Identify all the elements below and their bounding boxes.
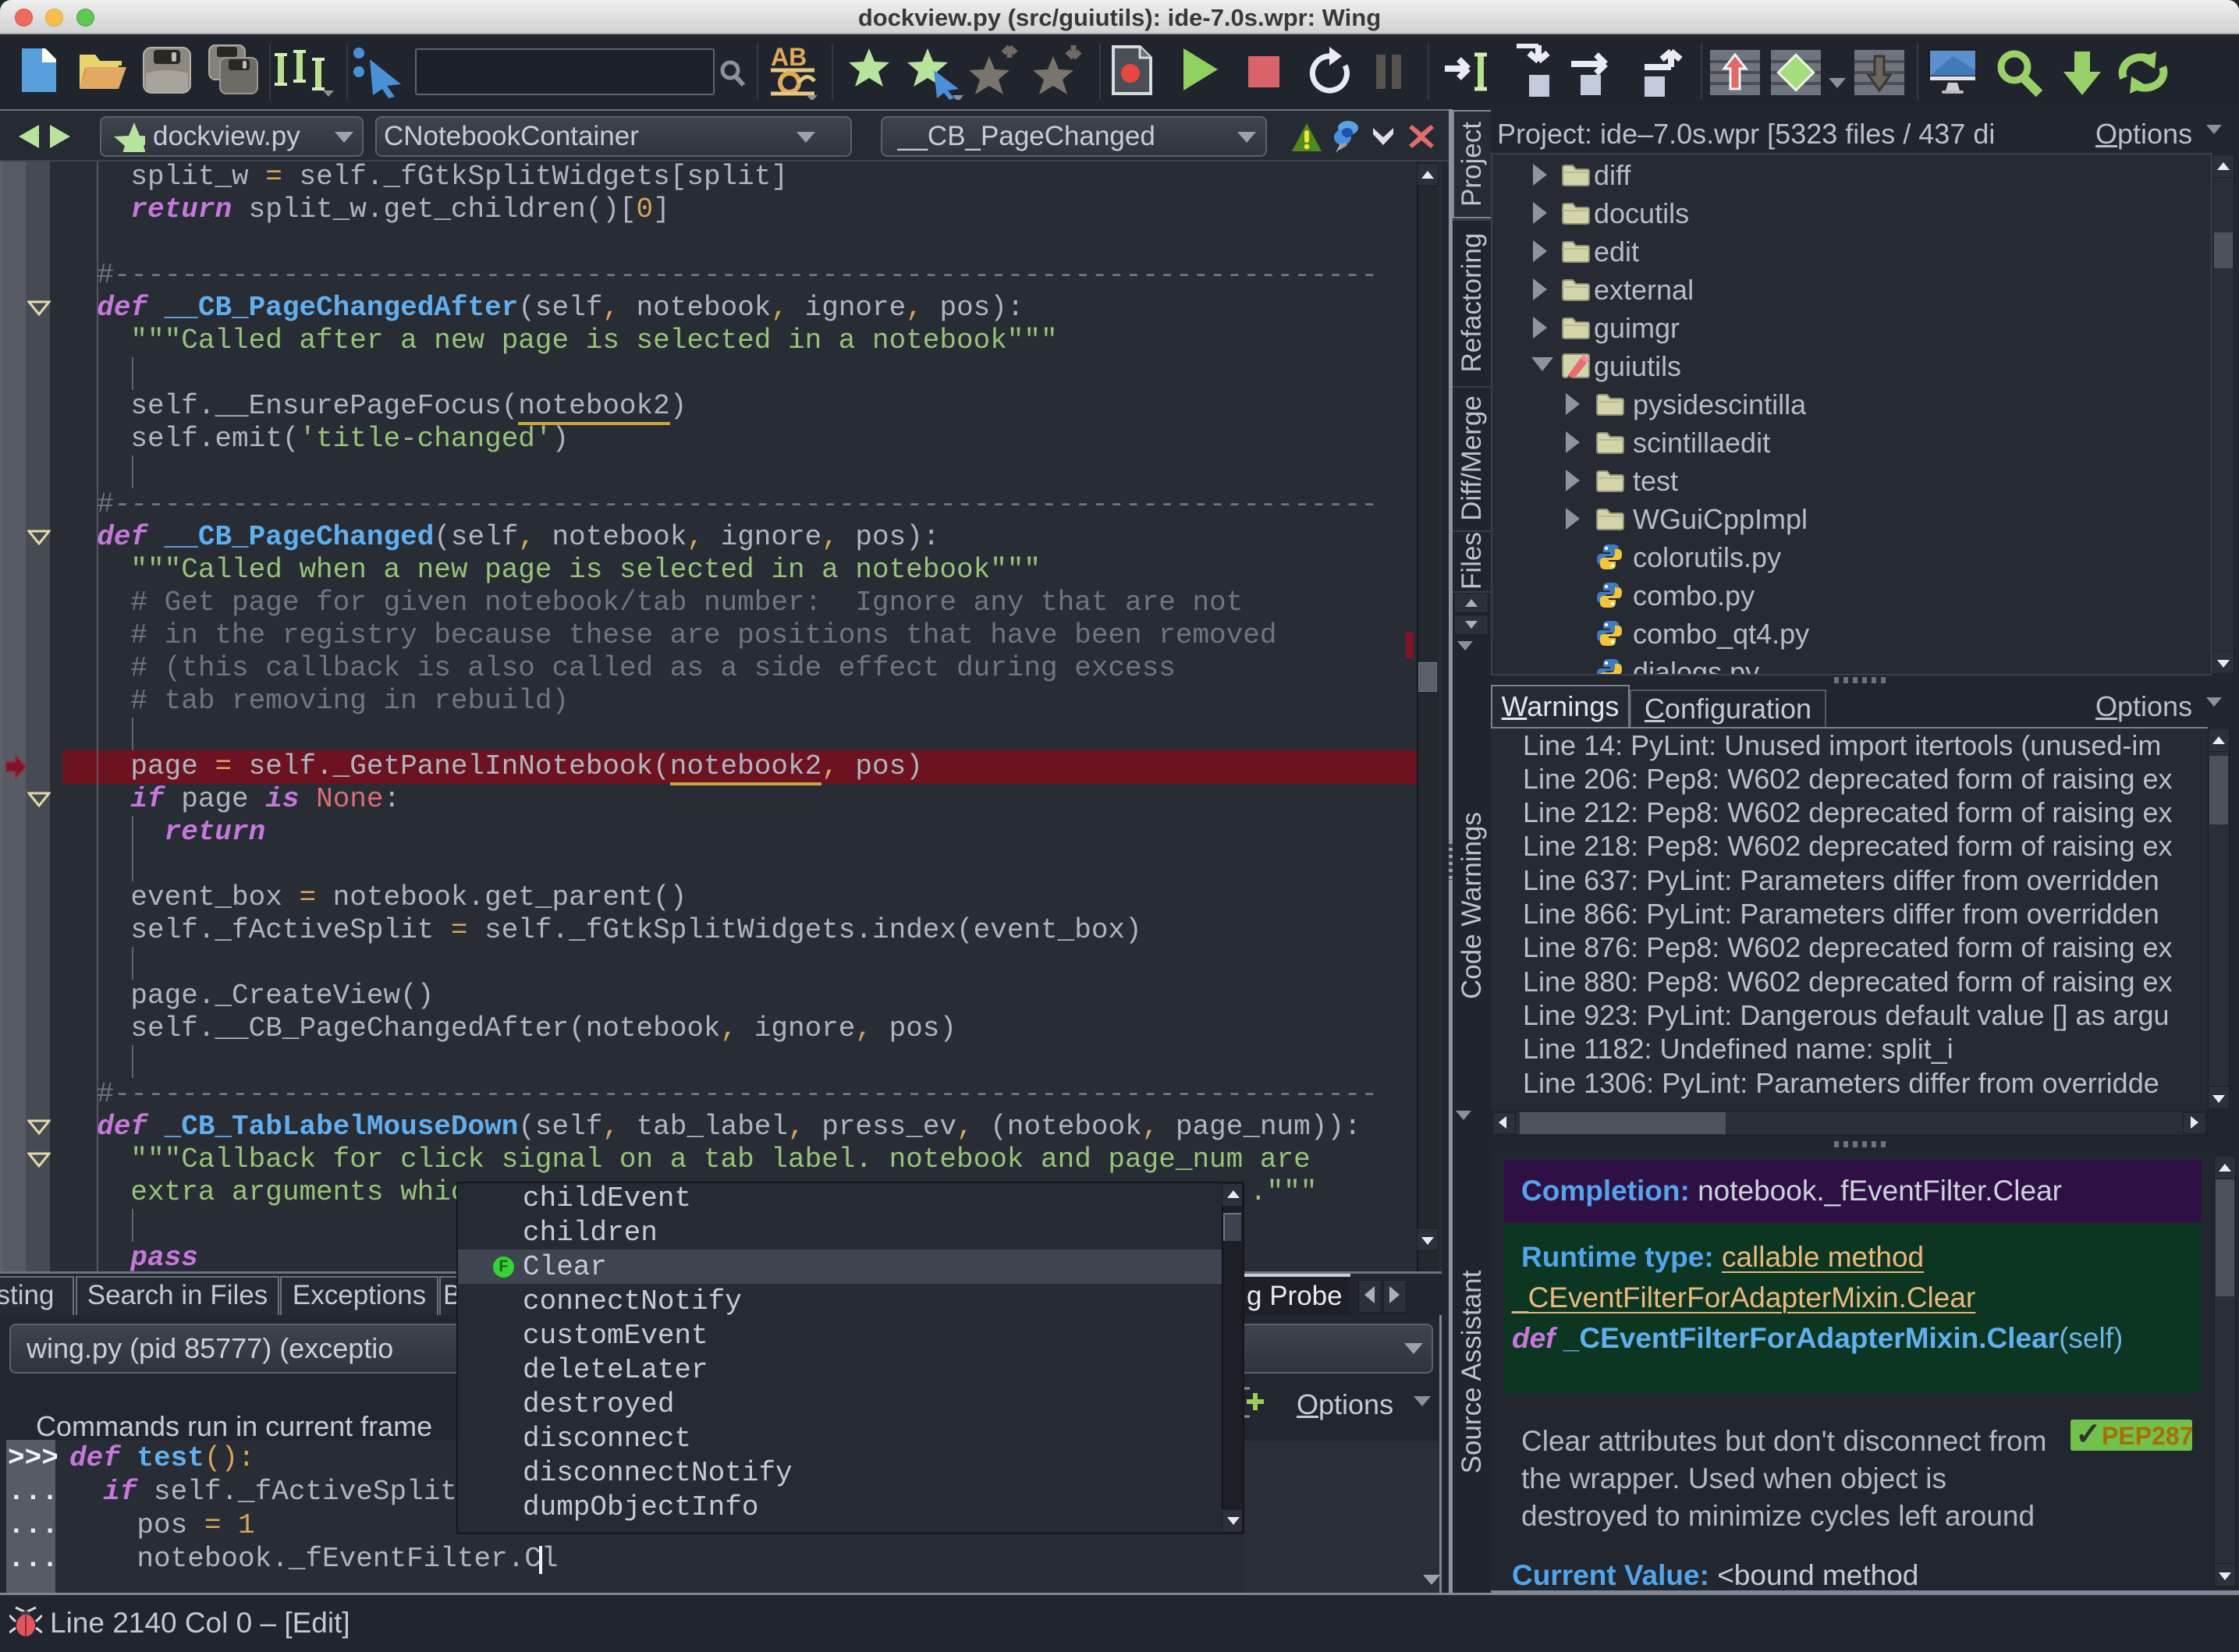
svg-text:AB: AB xyxy=(771,45,807,71)
